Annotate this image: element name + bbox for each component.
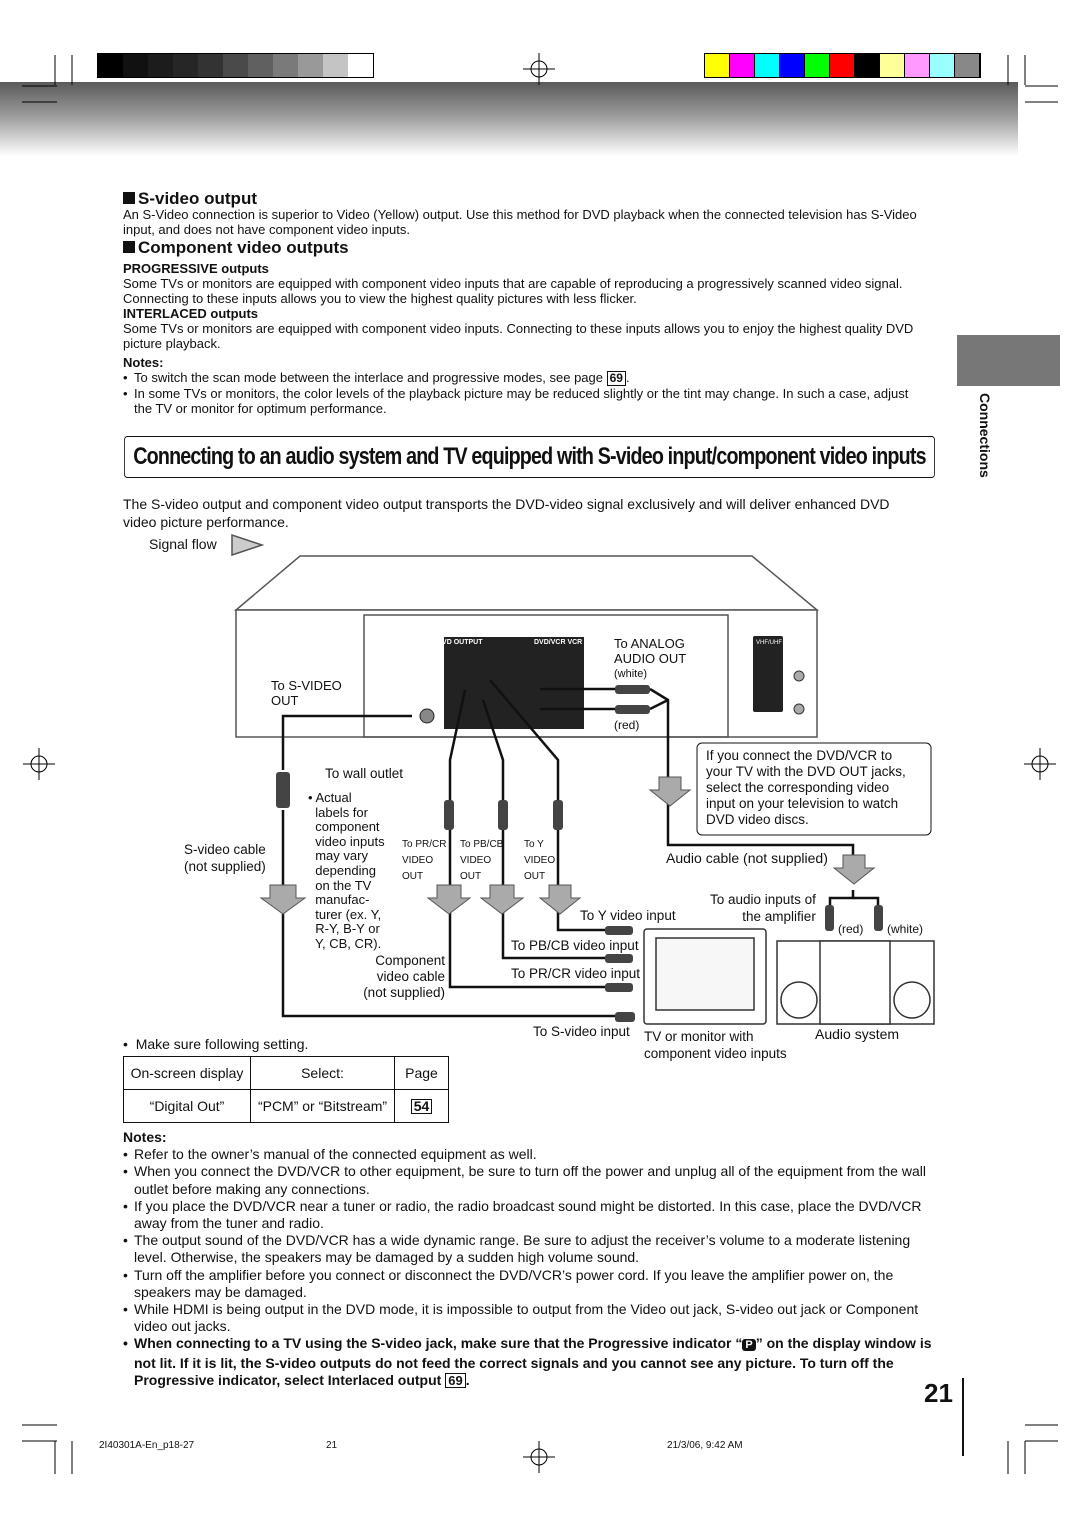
label-white: (white) (614, 668, 648, 680)
settings-table: On-screen display Select: Page “Digital Ou… (123, 1056, 449, 1123)
table-row: “Digital Out” “PCM” or “Bitstream” 54 (123, 1089, 449, 1123)
page-number: 21 (924, 1378, 953, 1408)
label-red: (red) (614, 718, 640, 732)
label-pr-input: To PR/CR video input (511, 966, 641, 981)
footer-page: 21 (326, 1440, 338, 1451)
header-cell: On-screen display (123, 1056, 251, 1090)
footer-date: 21/3/06, 9:42 AM (667, 1440, 743, 1451)
label-to-analog-audio-out: To ANALOG AUDIO OUT (614, 636, 687, 666)
notes-section: Notes: Refer to the owner’s manual of th… (123, 1129, 938, 1389)
header-cell: Page (394, 1056, 449, 1090)
dvd-output-panel (444, 637, 584, 729)
dvd-vcr-top (233, 555, 820, 611)
setting-intro: • Make sure following setting. (123, 1036, 309, 1052)
label-white: (white) (887, 922, 924, 936)
label-component-cable: Component video cable (not supplied) (363, 953, 445, 1000)
label-audio-cable: Audio cable (not supplied) (666, 850, 828, 866)
note-item-bold: When connecting to a TV using the S-vide… (123, 1335, 938, 1389)
label-tv: TV or monitor with component video input… (644, 1029, 787, 1061)
note-item: If you place the DVD/VCR near a tuner or… (123, 1198, 938, 1232)
cell: “PCM” or “Bitstream” (250, 1089, 395, 1123)
label-pr-out: To PR/CR VIDEO OUT (402, 839, 447, 882)
note-item: Refer to the owner’s manual of the conne… (123, 1146, 938, 1163)
table-header-row: On-screen display Select: Page (123, 1056, 449, 1090)
note-item: The output sound of the DVD/VCR has a wi… (123, 1232, 938, 1266)
notes-heading: Notes: (123, 1129, 167, 1145)
note-item: While HDMI is being output in the DVD mo… (123, 1301, 938, 1335)
page-ref[interactable]: 69 (445, 1372, 466, 1388)
notes-list: Refer to the owner’s manual of the conne… (123, 1146, 938, 1389)
svideo-out-jack (419, 708, 435, 724)
cell: “Digital Out” (123, 1089, 251, 1123)
label-amplifier-inputs: To audio inputs of the amplifier (710, 892, 816, 924)
note-item: Turn off the amplifier before you connec… (123, 1267, 938, 1301)
label-red: (red) (838, 922, 864, 936)
panel-label: DVD OUTPUT (437, 639, 483, 646)
header-cell: Select: (250, 1056, 395, 1090)
signal-flow-arrow (231, 533, 265, 557)
footer-file: 2I40301A-En_p18-27 (99, 1440, 195, 1451)
label-wall-outlet: To wall outlet (325, 766, 404, 781)
label-to-svideo-out: To S-VIDEO OUT (271, 678, 342, 708)
page-ref[interactable]: 54 (410, 1099, 433, 1114)
panel-label: DVD/VCR VCR (534, 639, 583, 646)
label-svideo-input: To S-video input (533, 1024, 630, 1039)
note-box-text: If you connect the DVD/VCR to your TV wi… (706, 748, 906, 827)
label-y-out: To Y VIDEO OUT (524, 839, 556, 882)
label-pb-input: To PB/CB video input (511, 938, 639, 953)
label-audio-system: Audio system (815, 1026, 900, 1042)
panel-label: VHF/UHF (756, 640, 782, 646)
progressive-indicator-icon: P (742, 1339, 756, 1352)
label-pb-out: To PB/CB VIDEO OUT (460, 839, 504, 882)
label-svideo-cable: S-video cable (not supplied) (184, 842, 266, 874)
page-number-rule (962, 1378, 964, 1456)
label-component-note: • Actual labels for component video inpu… (308, 790, 385, 951)
note-item: When you connect the DVD/VCR to other eq… (123, 1163, 938, 1197)
label-y-input: To Y video input (580, 908, 676, 923)
cell: 54 (394, 1089, 449, 1123)
signal-flow-label: Signal flow (149, 536, 217, 552)
